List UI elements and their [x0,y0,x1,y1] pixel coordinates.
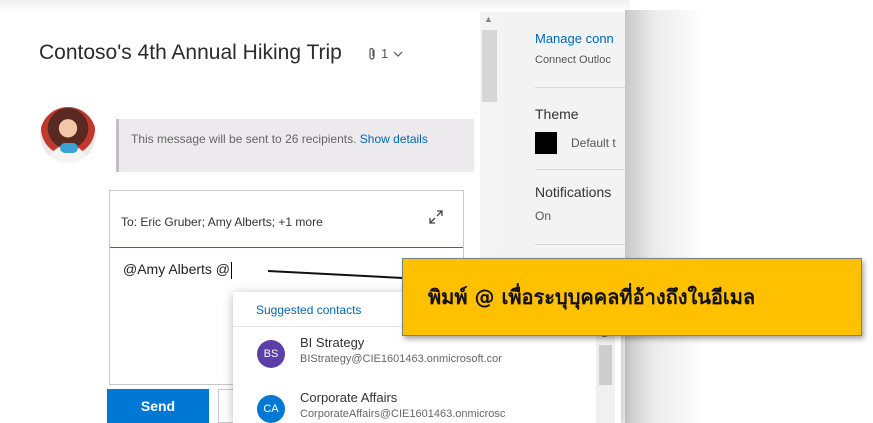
callout-annotation: พิมพ์ @ เพื่อระบุบุคคลที่อ้างถึงในอีเมล [402,258,862,336]
callout-pointer [267,270,404,279]
